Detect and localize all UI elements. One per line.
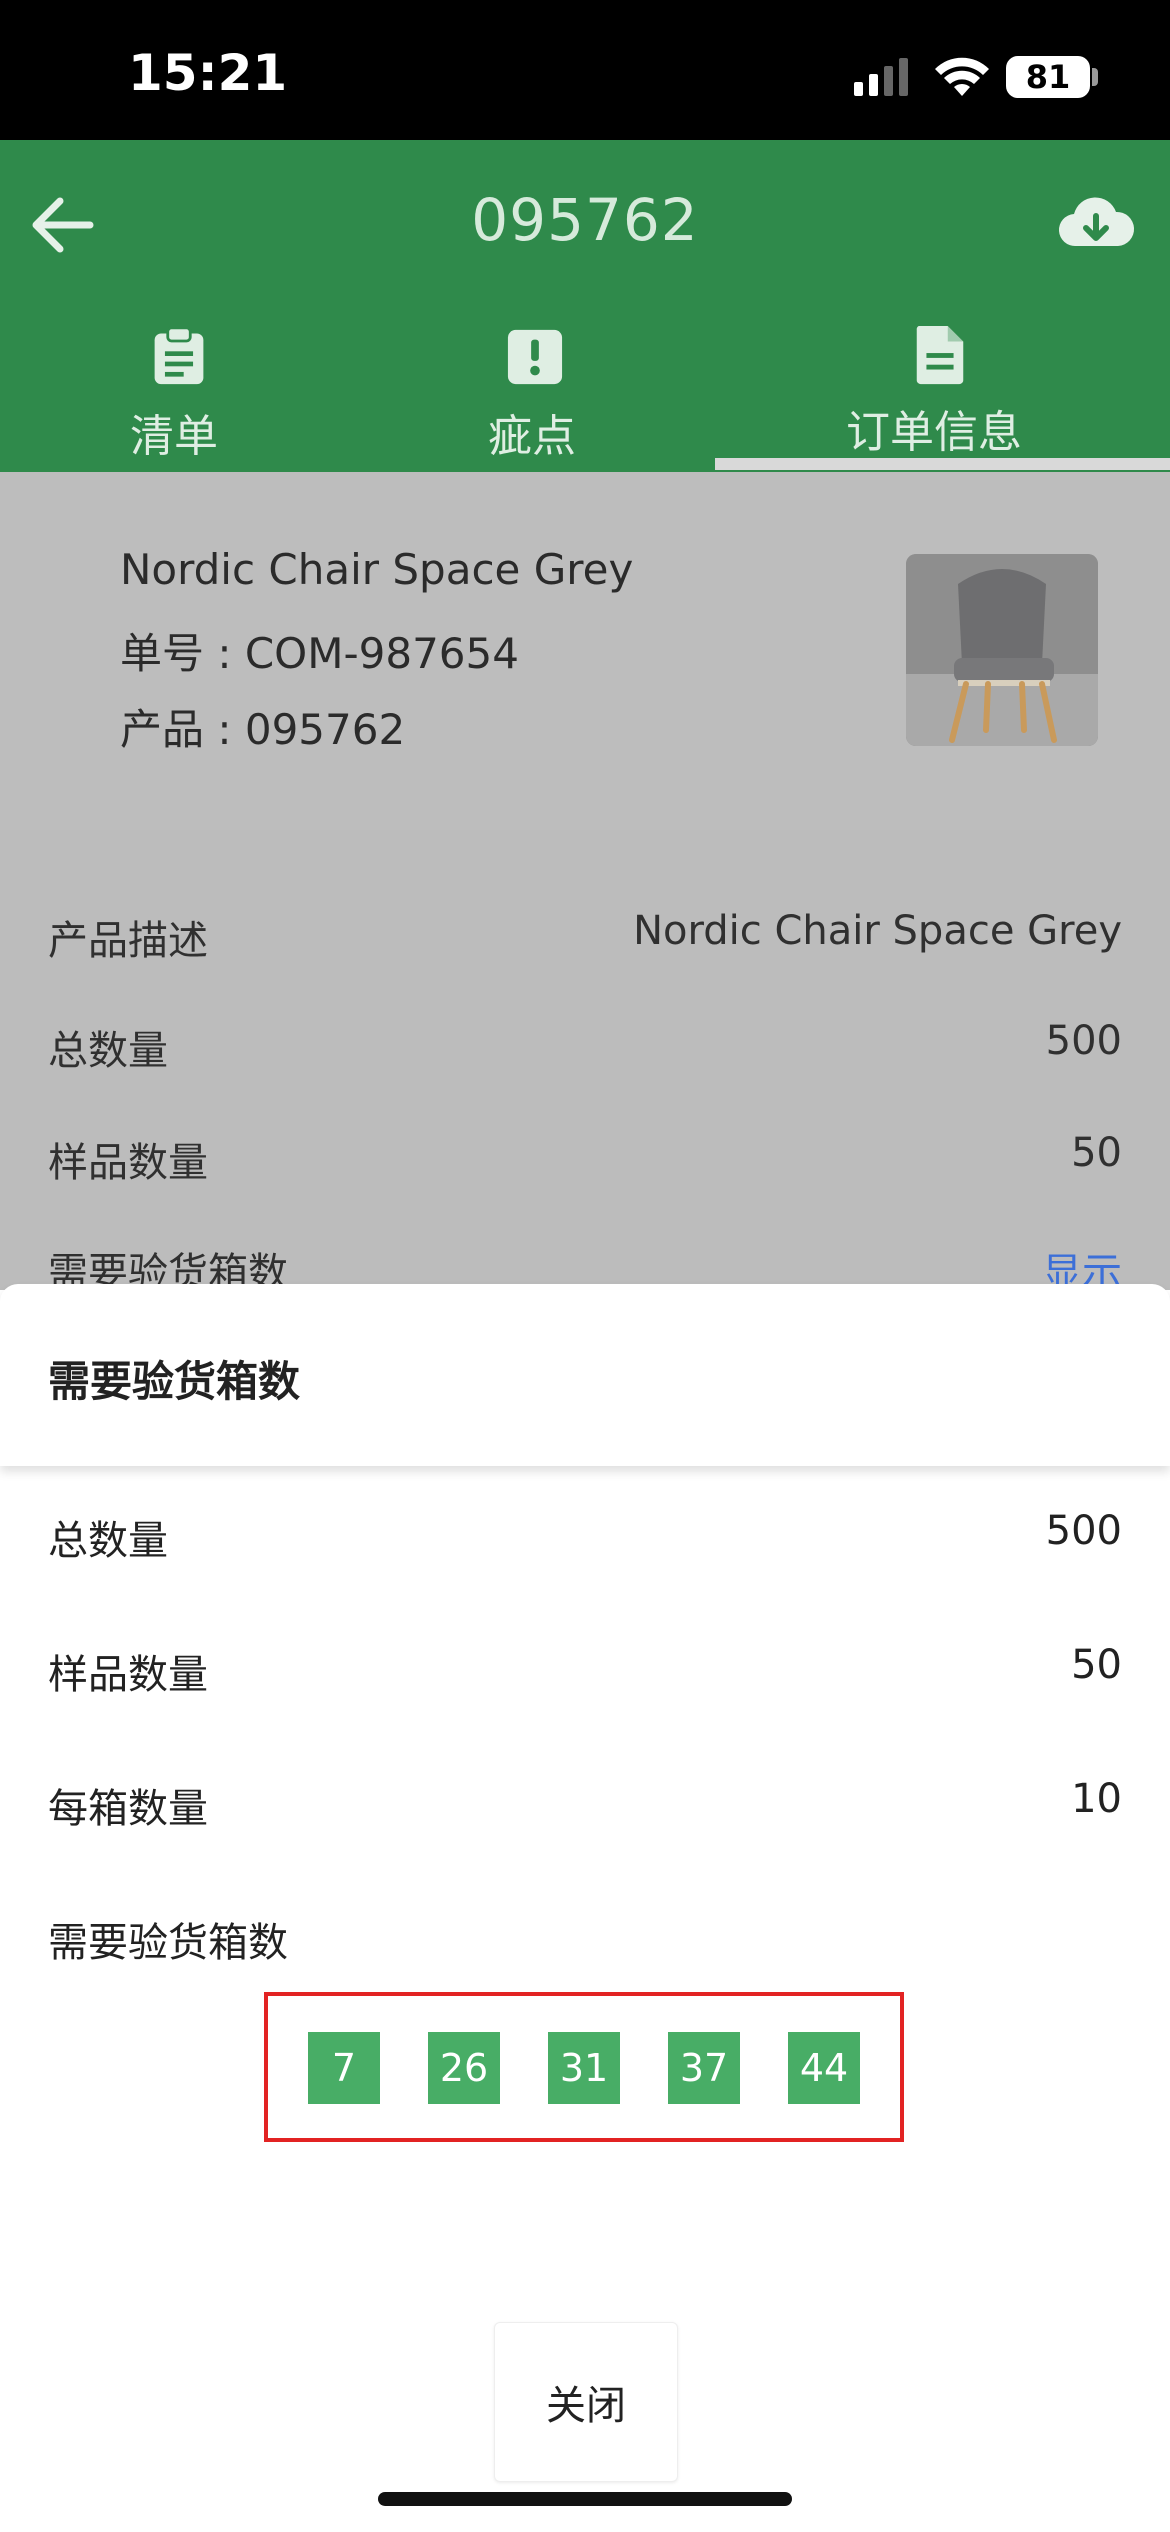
- cellular-signal-icon: [854, 58, 908, 96]
- status-time: 15:21: [128, 44, 288, 102]
- page-title: 095762: [471, 186, 699, 254]
- battery-indicator: 81: [1006, 56, 1090, 98]
- info-value-total: 500: [1045, 1018, 1122, 1064]
- order-number: 单号 : COM-987654: [120, 629, 519, 678]
- sheet-label-samples: 样品数量: [48, 1652, 208, 1698]
- clipboard-icon: [154, 326, 204, 385]
- sheet-value-per-box: 10: [1071, 1776, 1122, 1822]
- box-number-chip: 26: [428, 2032, 500, 2104]
- info-label-description: 产品描述: [48, 918, 208, 964]
- wifi-icon: [935, 57, 989, 96]
- chair-image: [906, 554, 1098, 746]
- product-name: Nordic Chair Space Grey: [120, 545, 634, 594]
- tab-label-defects: 疵点: [488, 411, 576, 462]
- info-label-total: 总数量: [48, 1028, 168, 1074]
- sheet-value-total: 500: [1045, 1508, 1122, 1554]
- cloud-download-icon[interactable]: [1056, 190, 1136, 260]
- sheet-label-boxes: 需要验货箱数: [48, 1920, 288, 1966]
- tab-list[interactable]: 清单: [60, 320, 300, 470]
- close-button[interactable]: 关闭: [494, 2322, 678, 2482]
- info-label-samples: 样品数量: [48, 1140, 208, 1186]
- info-value-samples: 50: [1071, 1130, 1122, 1176]
- box-number-chip: 44: [788, 2032, 860, 2104]
- tab-order-info[interactable]: 订单信息: [780, 320, 1110, 470]
- box-number-chip: 7: [308, 2032, 380, 2104]
- battery-tip: [1092, 68, 1098, 86]
- home-indicator[interactable]: [378, 2492, 792, 2506]
- info-value-description: Nordic Chair Space Grey: [633, 908, 1122, 954]
- product-number: 产品 : 095762: [120, 705, 406, 754]
- document-icon: [916, 325, 964, 385]
- box-number-chip: 31: [548, 2032, 620, 2104]
- sheet-title: 需要验货箱数: [48, 1357, 301, 1406]
- sheet-label-total: 总数量: [48, 1518, 168, 1564]
- sheet-value-samples: 50: [1071, 1642, 1122, 1688]
- tab-label-list: 清单: [130, 411, 218, 462]
- info-list: [0, 830, 1170, 1290]
- active-tab-indicator: [715, 458, 1170, 470]
- tab-label-order-info: 订单信息: [846, 407, 1022, 458]
- alert-icon: [507, 329, 563, 385]
- box-number-chip: 37: [668, 2032, 740, 2104]
- product-image[interactable]: [906, 554, 1098, 746]
- tab-defects[interactable]: 疵点: [414, 320, 654, 470]
- sheet-label-per-box: 每箱数量: [48, 1786, 208, 1832]
